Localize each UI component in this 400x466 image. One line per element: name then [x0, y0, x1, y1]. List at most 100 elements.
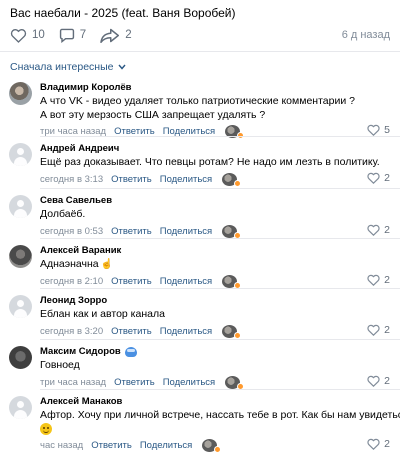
post-stats: 10 7 2 6 д назад: [10, 26, 390, 44]
comment-author[interactable]: Алексей Вараник: [40, 245, 121, 256]
comment-author[interactable]: Алексей Манаков: [40, 396, 122, 407]
comment-meta: сегодня в 3:20 Ответить Поделиться: [40, 324, 242, 339]
smile-emoji-icon: [40, 422, 52, 435]
comment-separator: [40, 188, 400, 189]
comment-separator: [40, 136, 400, 137]
avatar[interactable]: [9, 295, 32, 318]
heart-icon: [367, 438, 380, 450]
user-placeholder-icon: [17, 148, 24, 155]
share-link[interactable]: Поделиться: [160, 174, 212, 185]
pin-icon: [234, 331, 242, 339]
comment-text-line: Аднаэначна: [40, 258, 99, 270]
author-reply-avatar[interactable]: [222, 172, 242, 187]
comment-likes-count: 2: [384, 171, 390, 184]
author-name: Алексей Вараник: [40, 245, 122, 256]
shares-count: 2: [125, 29, 132, 41]
comment-like-button[interactable]: 2: [367, 324, 390, 336]
comments-button[interactable]: 7: [59, 28, 86, 43]
comment-time[interactable]: три часа назад: [40, 377, 106, 388]
comment-text: Еблан как и автор канала: [40, 308, 165, 322]
user-placeholder-body: [14, 309, 27, 318]
comment-text: А что VK - видео удаляет только патриоти…: [40, 95, 355, 109]
heart-icon: [367, 375, 380, 387]
author-name: Владимир Королёв: [40, 82, 132, 93]
comment-time[interactable]: сегодня в 2:10: [40, 276, 103, 287]
reply-button[interactable]: Ответить: [114, 377, 155, 388]
comment-separator: [40, 389, 400, 390]
user-placeholder-icon: [17, 200, 24, 207]
heart-icon: [10, 28, 27, 43]
comment-likes-count: 2: [384, 223, 390, 236]
avatar[interactable]: [9, 396, 32, 419]
post-title: Вас наебали - 2025 (feat. Ваня Воробей): [10, 6, 236, 20]
comment-author[interactable]: Андрей Андреич: [40, 143, 119, 154]
share-link[interactable]: Поделиться: [163, 377, 215, 388]
comments-count: 7: [79, 29, 87, 41]
author-reply-avatar[interactable]: [222, 224, 242, 239]
comment-text-line: Афтор. Хочу при личной встрече, нассать …: [40, 409, 400, 421]
chevron-down-icon: [117, 64, 126, 70]
heart-icon: [367, 274, 380, 286]
reply-button[interactable]: Ответить: [111, 174, 152, 185]
comment-like-button[interactable]: 2: [367, 224, 390, 236]
reply-button[interactable]: Ответить: [111, 226, 152, 237]
comment-separator: [40, 339, 400, 340]
comment-time[interactable]: сегодня в 3:20: [40, 326, 103, 337]
comment-text: А вот эту мерзость США запрещает удалять…: [40, 109, 265, 123]
divider: [0, 51, 400, 52]
comment-author[interactable]: Леонид Зорро: [40, 295, 107, 306]
heart-icon: [367, 172, 380, 184]
comment-text-line: А что VK - видео удаляет только патриоти…: [40, 95, 355, 107]
share-link[interactable]: Поделиться: [160, 276, 212, 287]
user-placeholder-icon: [17, 300, 24, 307]
pin-icon: [214, 446, 222, 453]
avatar[interactable]: [9, 346, 32, 369]
author-reply-avatar[interactable]: [225, 375, 245, 390]
share-link[interactable]: Поделиться: [140, 440, 192, 451]
comment-time[interactable]: сегодня в 3:13: [40, 174, 103, 185]
sort-dropdown[interactable]: Сначала интересные: [10, 61, 126, 73]
comment-author[interactable]: Владимир Королёв: [40, 82, 132, 93]
comment-like-button[interactable]: 5: [367, 124, 390, 136]
post-time: 6 д назад: [341, 29, 390, 41]
avatar[interactable]: [9, 143, 32, 166]
comment-meta: час назад Ответить Поделиться: [40, 439, 222, 453]
share-link[interactable]: Поделиться: [160, 226, 212, 237]
comment-text: Долбаёб.: [40, 208, 85, 222]
heart-icon: [367, 224, 380, 236]
comment-text-line: А вот эту мерзость США запрещает удалять…: [40, 108, 266, 121]
reply-button[interactable]: Ответить: [91, 440, 132, 451]
comment-time[interactable]: сегодня в 0:53: [40, 226, 103, 237]
user-placeholder-icon: [17, 401, 24, 408]
comment-author[interactable]: Максим Сидоров: [40, 346, 137, 357]
comment-meta: три часа назад Ответить Поделиться: [40, 375, 245, 390]
comment-text-line: Ещё раз доказывает. Что певцы ротам? Не …: [40, 156, 380, 168]
user-placeholder-body: [14, 157, 27, 166]
avatar[interactable]: [9, 82, 32, 105]
comment-text: Говноед: [40, 359, 80, 373]
reply-button[interactable]: Ответить: [111, 326, 152, 337]
comment-icon: [59, 28, 74, 43]
author-reply-avatar[interactable]: [222, 274, 242, 289]
comment-emoji-line: [40, 422, 52, 438]
avatar[interactable]: [9, 245, 32, 268]
comment-text-line: Еблан как и автор канала: [40, 308, 165, 320]
author-name: Леонид Зорро: [40, 295, 108, 306]
comment-like-button[interactable]: 2: [367, 375, 390, 387]
comment-meta: сегодня в 0:53 Ответить Поделиться: [40, 224, 242, 239]
comment-time[interactable]: час назад: [40, 440, 83, 451]
verified-badge-icon: [124, 346, 137, 357]
comment-likes-count: 5: [384, 124, 390, 136]
share-button[interactable]: 2: [100, 28, 132, 43]
comment-like-button[interactable]: 2: [367, 274, 390, 286]
avatar[interactable]: [9, 195, 32, 218]
user-placeholder-body: [14, 410, 27, 419]
comment-like-button[interactable]: 2: [367, 438, 390, 450]
reply-button[interactable]: Ответить: [111, 276, 152, 287]
author-reply-avatar[interactable]: [202, 439, 222, 453]
author-reply-avatar[interactable]: [222, 324, 242, 339]
share-link[interactable]: Поделиться: [160, 326, 212, 337]
comment-like-button[interactable]: 2: [367, 172, 390, 184]
like-button[interactable]: 10: [10, 28, 45, 43]
comment-author[interactable]: Сева Савельев: [40, 195, 112, 206]
